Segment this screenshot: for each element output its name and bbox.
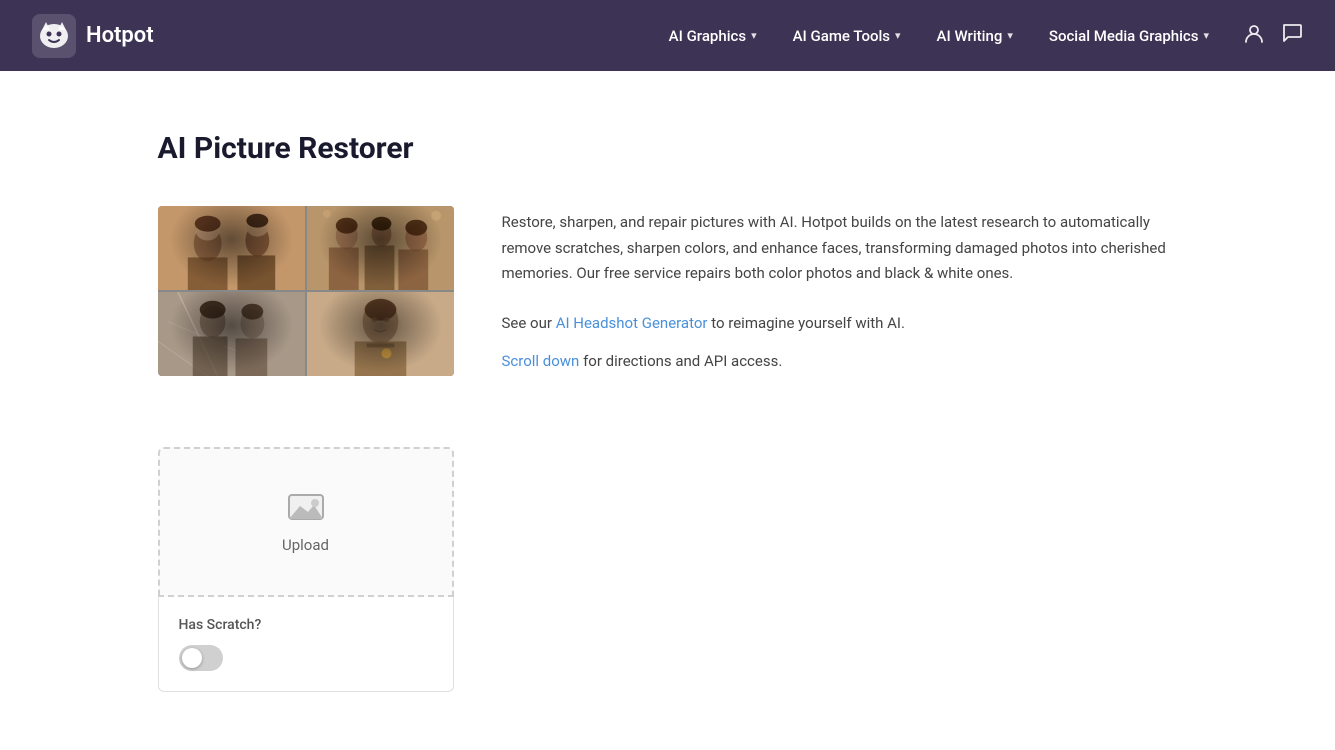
brand-link[interactable]: Hotpot bbox=[32, 14, 154, 58]
photo-collage bbox=[158, 206, 454, 376]
navbar-user-icons bbox=[1243, 22, 1303, 49]
nav-ai-graphics-label: AI Graphics bbox=[669, 27, 746, 45]
nav-ai-graphics[interactable]: AI Graphics ▾ bbox=[655, 19, 771, 53]
has-scratch-toggle[interactable] bbox=[179, 645, 223, 671]
nav-ai-game-tools-label: AI Game Tools bbox=[793, 27, 890, 45]
headshot-generator-link[interactable]: AI Headshot Generator bbox=[556, 314, 708, 332]
upload-dropzone[interactable]: Upload bbox=[158, 447, 454, 597]
scroll-link-row: Scroll down for directions and API acces… bbox=[502, 349, 1178, 373]
page-title: AI Picture Restorer bbox=[158, 131, 1178, 166]
nav-ai-game-tools[interactable]: AI Game Tools ▾ bbox=[779, 19, 915, 53]
photo-3 bbox=[158, 292, 305, 376]
toggle-thumb bbox=[182, 648, 202, 668]
navbar: Hotpot AI Graphics ▾ AI Game Tools ▾ AI … bbox=[0, 0, 1335, 71]
main-nav: AI Graphics ▾ AI Game Tools ▾ AI Writing… bbox=[655, 19, 1223, 53]
user-icon[interactable] bbox=[1243, 22, 1265, 49]
hero-description-text: Restore, sharpen, and repair pictures wi… bbox=[502, 210, 1178, 287]
nav-ai-writing[interactable]: AI Writing ▾ bbox=[923, 19, 1027, 53]
reimagine-text: to reimagine yourself with AI. bbox=[711, 314, 905, 332]
hero-section: Restore, sharpen, and repair pictures wi… bbox=[158, 206, 1178, 387]
upload-label: Upload bbox=[282, 536, 329, 554]
chevron-down-icon: ▾ bbox=[1007, 29, 1013, 42]
see-our-text: See our bbox=[502, 314, 552, 332]
upload-section: Upload Has Scratch? bbox=[158, 447, 454, 692]
nav-social-media-graphics[interactable]: Social Media Graphics ▾ bbox=[1035, 19, 1223, 53]
nav-ai-writing-label: AI Writing bbox=[937, 27, 1003, 45]
hero-description: Restore, sharpen, and repair pictures wi… bbox=[502, 206, 1178, 387]
scroll-down-link[interactable]: Scroll down bbox=[502, 352, 580, 370]
photo-2 bbox=[307, 206, 454, 290]
main-content: AI Picture Restorer bbox=[138, 71, 1198, 732]
has-scratch-label: Has Scratch? bbox=[179, 617, 433, 633]
upload-image-icon bbox=[288, 490, 324, 526]
photo-1 bbox=[158, 206, 305, 290]
toggle-container bbox=[179, 645, 433, 671]
hero-image bbox=[158, 206, 454, 376]
scratch-section: Has Scratch? bbox=[158, 597, 454, 692]
scroll-suffix-text: for directions and API access. bbox=[583, 352, 782, 370]
nav-social-media-graphics-label: Social Media Graphics bbox=[1049, 27, 1199, 45]
headshot-link-row: See our AI Headshot Generator to reimagi… bbox=[502, 311, 1178, 335]
brand-title: Hotpot bbox=[86, 23, 154, 48]
chat-icon[interactable] bbox=[1281, 22, 1303, 49]
hotpot-logo bbox=[32, 14, 76, 58]
chevron-down-icon: ▾ bbox=[895, 29, 901, 42]
chevron-down-icon: ▾ bbox=[751, 29, 757, 42]
photo-4 bbox=[307, 292, 454, 376]
chevron-down-icon: ▾ bbox=[1203, 29, 1209, 42]
